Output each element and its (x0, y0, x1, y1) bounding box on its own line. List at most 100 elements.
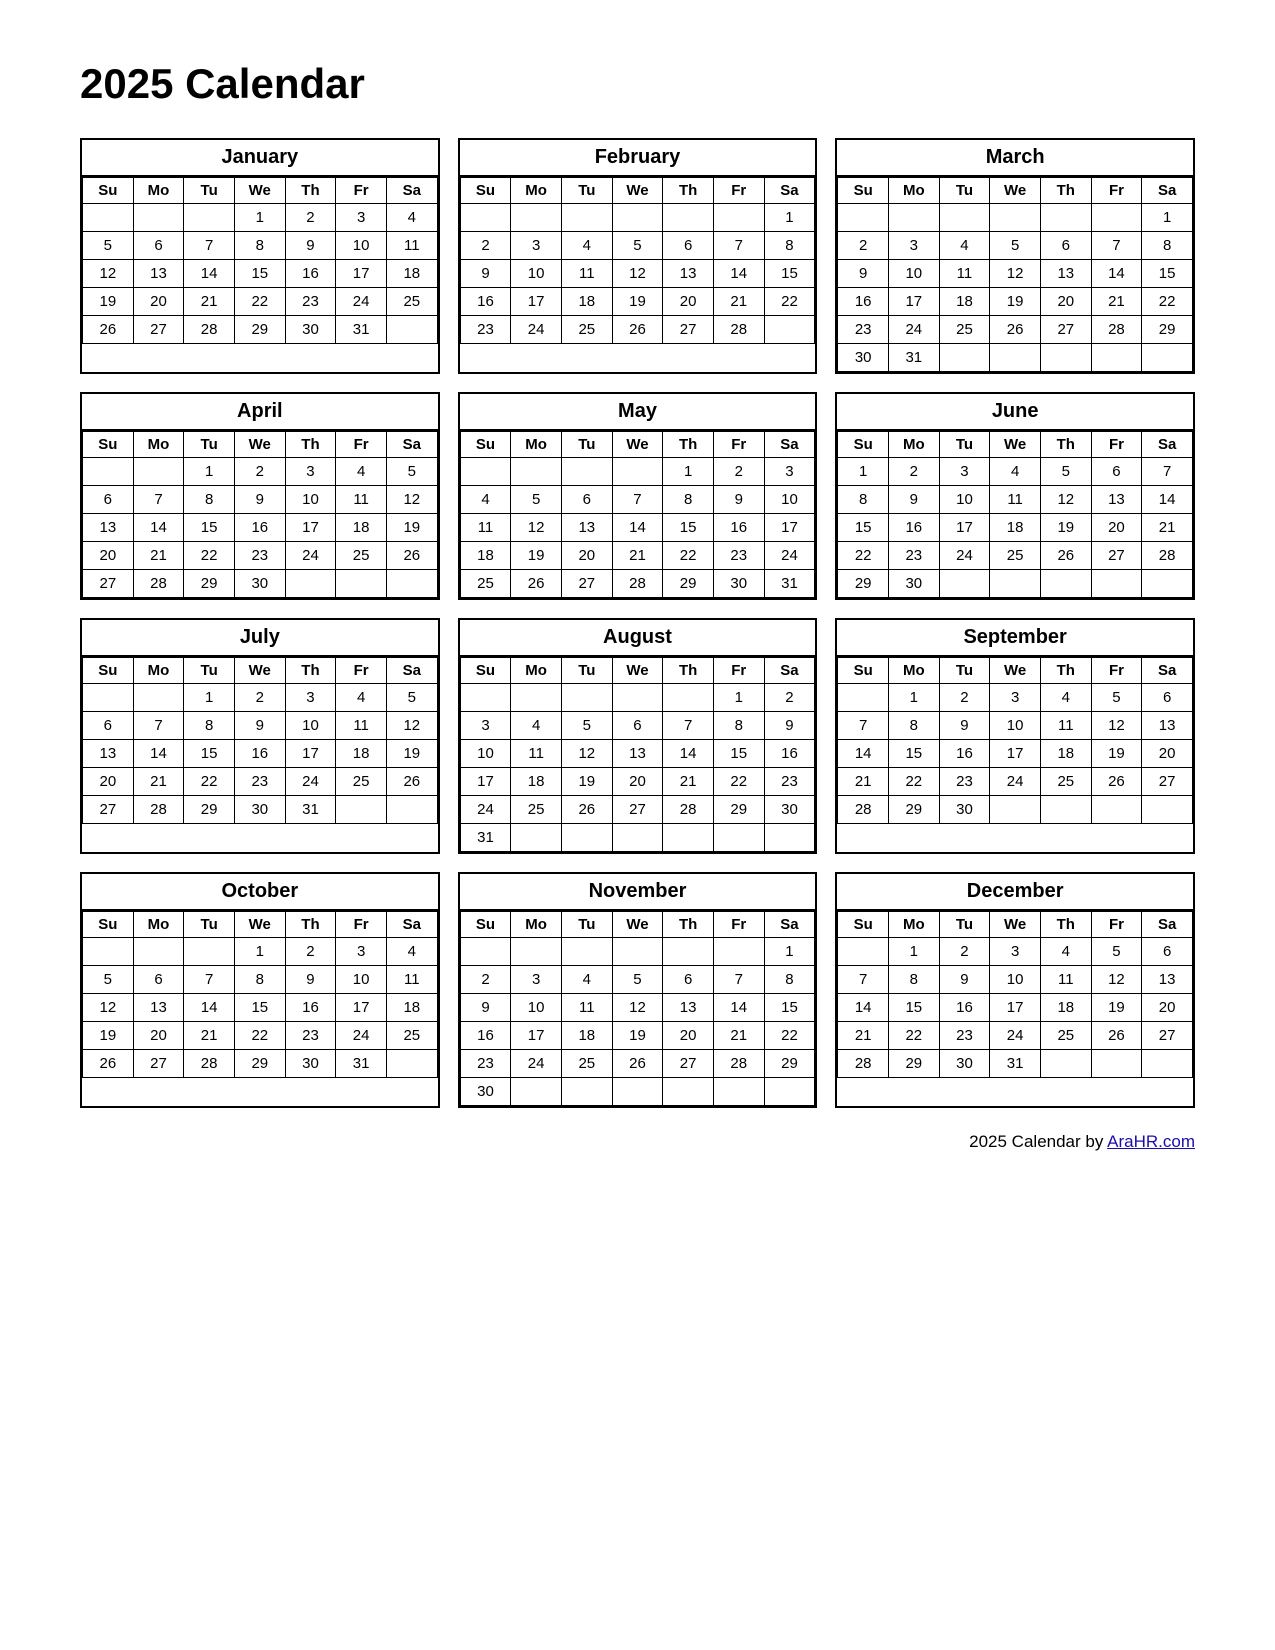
day-cell (83, 458, 134, 486)
day-cell (663, 824, 714, 852)
day-cell: 23 (939, 1022, 990, 1050)
day-cell: 20 (1142, 740, 1193, 768)
day-cell: 23 (234, 542, 285, 570)
day-cell: 9 (460, 994, 511, 1022)
day-cell: 6 (133, 966, 184, 994)
day-header: We (612, 432, 663, 458)
day-cell: 22 (888, 1022, 939, 1050)
day-cell: 13 (663, 260, 714, 288)
day-cell: 2 (460, 232, 511, 260)
day-cell: 5 (386, 684, 437, 712)
day-cell: 13 (1142, 712, 1193, 740)
day-header: Th (663, 912, 714, 938)
day-cell (511, 684, 562, 712)
month-april: AprilSuMoTuWeThFrSa123456789101112131415… (80, 392, 440, 600)
day-cell: 1 (234, 938, 285, 966)
day-cell: 1 (838, 458, 889, 486)
day-cell: 28 (1091, 316, 1142, 344)
day-cell: 26 (83, 1050, 134, 1078)
day-cell (386, 1050, 437, 1078)
day-cell: 25 (1040, 1022, 1091, 1050)
day-cell: 26 (1091, 1022, 1142, 1050)
day-cell: 4 (939, 232, 990, 260)
day-cell: 31 (460, 824, 511, 852)
day-cell: 17 (511, 288, 562, 316)
day-cell: 22 (838, 542, 889, 570)
day-cell: 19 (83, 1022, 134, 1050)
day-cell: 13 (663, 994, 714, 1022)
day-cell: 15 (764, 994, 815, 1022)
day-header: Sa (386, 432, 437, 458)
day-cell: 1 (234, 204, 285, 232)
day-cell: 4 (336, 458, 387, 486)
day-header: Sa (1142, 432, 1193, 458)
day-cell: 29 (764, 1050, 815, 1078)
day-header: We (234, 912, 285, 938)
day-cell: 4 (990, 458, 1041, 486)
day-cell: 16 (764, 740, 815, 768)
day-header: Mo (511, 658, 562, 684)
day-cell: 18 (1040, 740, 1091, 768)
day-header: Sa (1142, 912, 1193, 938)
day-cell: 20 (83, 542, 134, 570)
week-row: 19202122232425 (83, 288, 438, 316)
day-cell: 13 (133, 260, 184, 288)
day-cell: 21 (713, 1022, 764, 1050)
day-cell (386, 316, 437, 344)
day-header: Fr (336, 912, 387, 938)
week-row: 19202122232425 (83, 1022, 438, 1050)
day-header: Su (83, 912, 134, 938)
day-cell: 12 (561, 740, 612, 768)
day-cell: 28 (133, 796, 184, 824)
day-cell (939, 570, 990, 598)
day-cell: 26 (561, 796, 612, 824)
day-cell: 27 (1142, 768, 1193, 796)
day-header: Sa (764, 658, 815, 684)
day-cell: 19 (1091, 740, 1142, 768)
day-cell: 26 (1091, 768, 1142, 796)
day-cell (1142, 1050, 1193, 1078)
day-cell (83, 684, 134, 712)
week-row: 30 (460, 1078, 815, 1106)
week-row: 123 (460, 458, 815, 486)
day-cell: 25 (1040, 768, 1091, 796)
day-cell: 1 (184, 458, 235, 486)
day-cell: 27 (83, 796, 134, 824)
day-cell: 21 (184, 1022, 235, 1050)
day-cell: 21 (133, 542, 184, 570)
day-cell: 3 (285, 684, 336, 712)
week-row: 14151617181920 (838, 994, 1193, 1022)
day-header: Tu (184, 178, 235, 204)
day-cell: 5 (386, 458, 437, 486)
day-cell: 15 (838, 514, 889, 542)
day-cell: 14 (184, 994, 235, 1022)
day-cell: 3 (511, 966, 562, 994)
day-cell (663, 684, 714, 712)
day-cell: 28 (713, 1050, 764, 1078)
day-cell (1091, 344, 1142, 372)
day-cell: 17 (990, 740, 1041, 768)
day-cell (764, 1078, 815, 1106)
day-cell (1091, 204, 1142, 232)
day-cell: 8 (764, 966, 815, 994)
day-header: Su (83, 658, 134, 684)
day-cell: 14 (713, 994, 764, 1022)
week-row: 24252627282930 (460, 796, 815, 824)
day-cell: 22 (764, 1022, 815, 1050)
month-title: October (82, 874, 438, 911)
day-cell: 6 (83, 486, 134, 514)
day-cell: 7 (133, 486, 184, 514)
day-cell: 22 (764, 288, 815, 316)
day-cell: 23 (764, 768, 815, 796)
day-cell: 17 (888, 288, 939, 316)
day-cell: 12 (612, 994, 663, 1022)
day-header: Sa (386, 178, 437, 204)
day-cell: 6 (133, 232, 184, 260)
day-cell: 30 (460, 1078, 511, 1106)
footer-link[interactable]: AraHR.com (1107, 1132, 1195, 1151)
week-row: 1234567 (838, 458, 1193, 486)
day-cell: 2 (285, 938, 336, 966)
day-cell: 27 (612, 796, 663, 824)
day-cell: 11 (336, 712, 387, 740)
day-cell: 14 (1091, 260, 1142, 288)
